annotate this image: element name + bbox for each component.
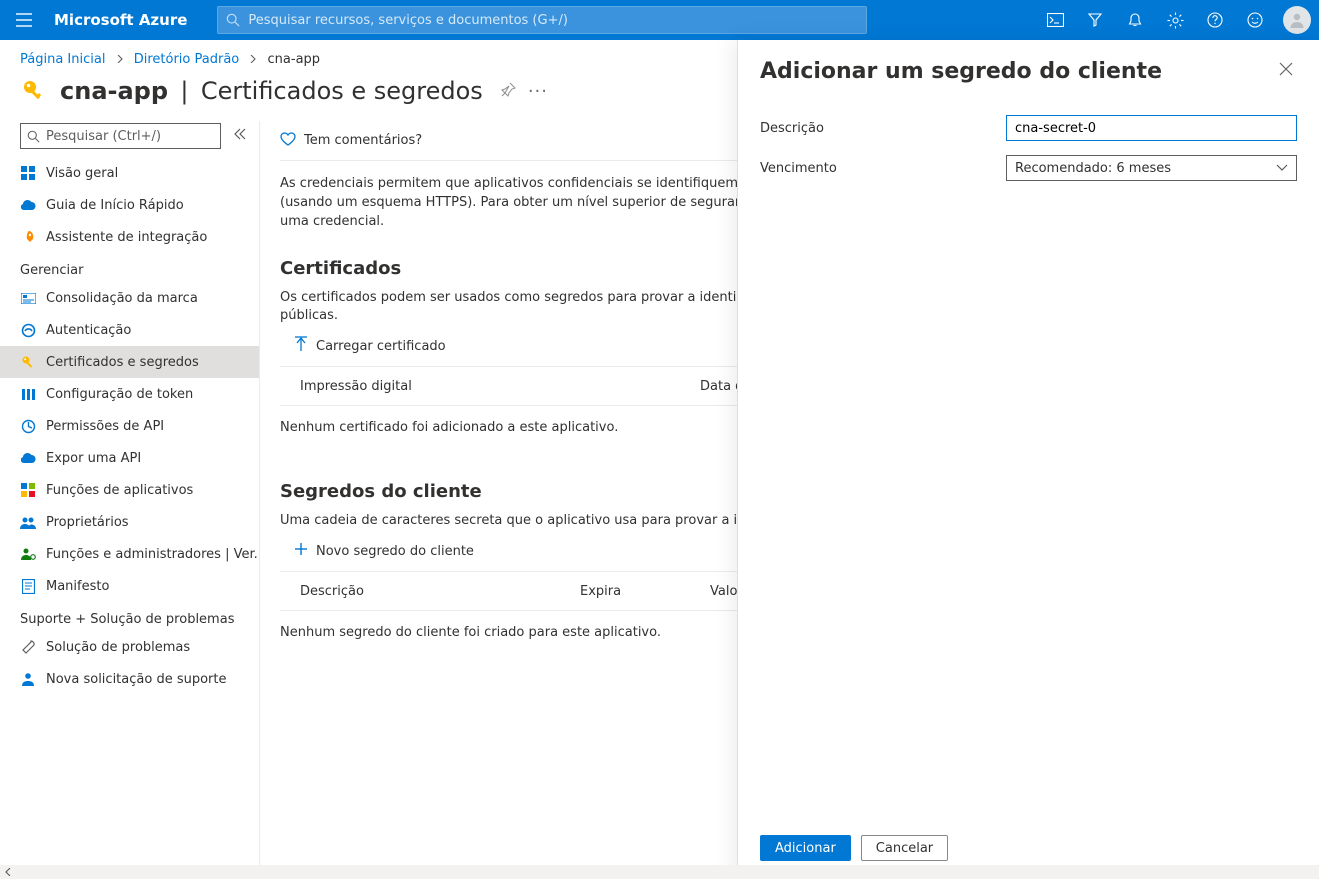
sidebar-item-label: Configuração de token: [46, 387, 193, 402]
sidebar-item-label: Expor uma API: [46, 451, 141, 466]
plus-icon: [294, 542, 308, 560]
sidebar-item-api-permissions[interactable]: Permissões de API: [0, 410, 259, 442]
col-expires: Expira: [560, 584, 690, 599]
cloud-icon: [20, 197, 36, 213]
global-search-placeholder: Pesquisar recursos, serviços e documento…: [248, 13, 568, 28]
new-client-secret-label: Novo segredo do cliente: [316, 544, 474, 559]
sidebar-item-authentication[interactable]: Autenticação: [0, 314, 259, 346]
horizontal-scrollbar[interactable]: [0, 865, 1319, 879]
sidebar-item-label: Manifesto: [46, 579, 109, 594]
notifications-bell-icon[interactable]: [1115, 0, 1155, 40]
sidebar-item-certificates-secrets[interactable]: Certificados e segredos: [0, 346, 259, 378]
branding-icon: [20, 290, 36, 306]
sidebar-item-label: Consolidação da marca: [46, 291, 198, 306]
breadcrumb-home[interactable]: Página Inicial: [20, 52, 105, 67]
hamburger-menu-icon[interactable]: [0, 0, 48, 40]
brand-title[interactable]: Microsoft Azure: [48, 11, 197, 29]
key-icon: [20, 77, 48, 105]
description-input[interactable]: [1006, 115, 1297, 141]
sidebar-item-label: Solução de problemas: [46, 640, 190, 655]
chevron-down-icon: [1276, 161, 1288, 176]
sidebar-item-label: Guia de Início Rápido: [46, 198, 184, 213]
global-search-input[interactable]: Pesquisar recursos, serviços e documento…: [217, 6, 867, 34]
feedback-face-icon[interactable]: [1235, 0, 1275, 40]
expiration-label: Vencimento: [760, 161, 1006, 176]
add-button[interactable]: Adicionar: [760, 835, 851, 861]
sidebar-item-label: Funções e administradores | Ver...: [46, 547, 259, 562]
key-icon: [20, 354, 36, 370]
sidebar-item-label: Funções de aplicativos: [46, 483, 193, 498]
support-person-icon: [20, 671, 36, 687]
chevron-right-icon: [243, 52, 263, 67]
close-panel-icon[interactable]: [1275, 58, 1297, 84]
add-client-secret-panel: Adicionar um segredo do cliente Descriçã…: [737, 40, 1319, 879]
topbar: Microsoft Azure Pesquisar recursos, serv…: [0, 0, 1319, 40]
sidebar-item-roles-admins[interactable]: Funções e administradores | Ver...: [0, 538, 259, 570]
wrench-icon: [20, 639, 36, 655]
description-label: Descrição: [760, 121, 1006, 136]
topbar-actions: [1035, 0, 1275, 40]
settings-gear-icon[interactable]: [1155, 0, 1195, 40]
chevron-right-icon: [110, 52, 130, 67]
cloud-shell-icon[interactable]: [1035, 0, 1075, 40]
sidebar-item-owners[interactable]: Proprietários: [0, 506, 259, 538]
token-icon: [20, 386, 36, 402]
sidebar-search-placeholder: Pesquisar (Ctrl+/): [46, 129, 161, 144]
rocket-icon: [20, 229, 36, 245]
sidebar-collapse-icon[interactable]: [229, 128, 251, 144]
feedback-text: Tem comentários?: [304, 133, 422, 148]
search-icon: [27, 130, 40, 143]
sidebar-item-label: Nova solicitação de suporte: [46, 672, 226, 687]
more-menu-icon[interactable]: ···: [528, 81, 548, 102]
pin-icon[interactable]: [501, 82, 516, 101]
sidebar-item-branding[interactable]: Consolidação da marca: [0, 282, 259, 314]
sidebar-item-overview[interactable]: Visão geral: [0, 157, 259, 189]
sidebar-item-quickstart[interactable]: Guia de Início Rápido: [0, 189, 259, 221]
upload-icon: [294, 336, 308, 356]
sidebar-item-expose-api[interactable]: Expor uma API: [0, 442, 259, 474]
directory-filter-icon[interactable]: [1075, 0, 1115, 40]
account-avatar[interactable]: [1275, 6, 1319, 34]
expiration-dropdown[interactable]: Recomendado: 6 meses: [1006, 155, 1297, 181]
sidebar-item-label: Visão geral: [46, 166, 118, 181]
sidebar-item-label: Autenticação: [46, 323, 131, 338]
app-roles-icon: [20, 482, 36, 498]
sidebar-item-label: Assistente de integração: [46, 230, 207, 245]
breadcrumb-directory[interactable]: Diretório Padrão: [134, 52, 240, 67]
sidebar-item-integration-assistant[interactable]: Assistente de integração: [0, 221, 259, 253]
roles-admin-icon: [20, 546, 36, 562]
sidebar-item-label: Proprietários: [46, 515, 129, 530]
search-icon: [226, 13, 240, 27]
heart-icon: [280, 132, 296, 150]
title-app-name: cna-app: [60, 77, 168, 105]
cancel-button[interactable]: Cancelar: [861, 835, 948, 861]
owners-icon: [20, 514, 36, 530]
manifest-icon: [20, 578, 36, 594]
sidebar-item-label: Certificados e segredos: [46, 355, 199, 370]
sidebar-item-new-support-request[interactable]: Nova solicitação de suporte: [0, 663, 259, 695]
sidebar-group-support: Suporte + Solução de problemas: [0, 602, 259, 631]
sidebar-item-token-config[interactable]: Configuração de token: [0, 378, 259, 410]
scroll-left-icon[interactable]: [0, 865, 16, 879]
expiration-selected-value: Recomendado: 6 meses: [1015, 161, 1171, 176]
sidebar-item-app-roles[interactable]: Funções de aplicativos: [0, 474, 259, 506]
sidebar-item-manifest[interactable]: Manifesto: [0, 570, 259, 602]
title-section: Certificados e segredos: [201, 77, 483, 105]
col-thumbprint: Impressão digital: [280, 379, 680, 394]
upload-certificate-label: Carregar certificado: [316, 339, 446, 354]
sidebar: Pesquisar (Ctrl+/) Visão geral Guia de I…: [0, 121, 260, 878]
help-icon[interactable]: [1195, 0, 1235, 40]
sidebar-search-input[interactable]: Pesquisar (Ctrl+/): [20, 123, 221, 149]
auth-icon: [20, 322, 36, 338]
overview-icon: [20, 165, 36, 181]
breadcrumb-current: cna-app: [268, 52, 321, 67]
sidebar-group-manage: Gerenciar: [0, 253, 259, 282]
sidebar-item-troubleshoot[interactable]: Solução de problemas: [0, 631, 259, 663]
panel-title: Adicionar um segredo do cliente: [760, 59, 1162, 84]
sidebar-item-label: Permissões de API: [46, 419, 164, 434]
col-description: Descrição: [280, 584, 560, 599]
expose-api-icon: [20, 450, 36, 466]
api-perm-icon: [20, 418, 36, 434]
